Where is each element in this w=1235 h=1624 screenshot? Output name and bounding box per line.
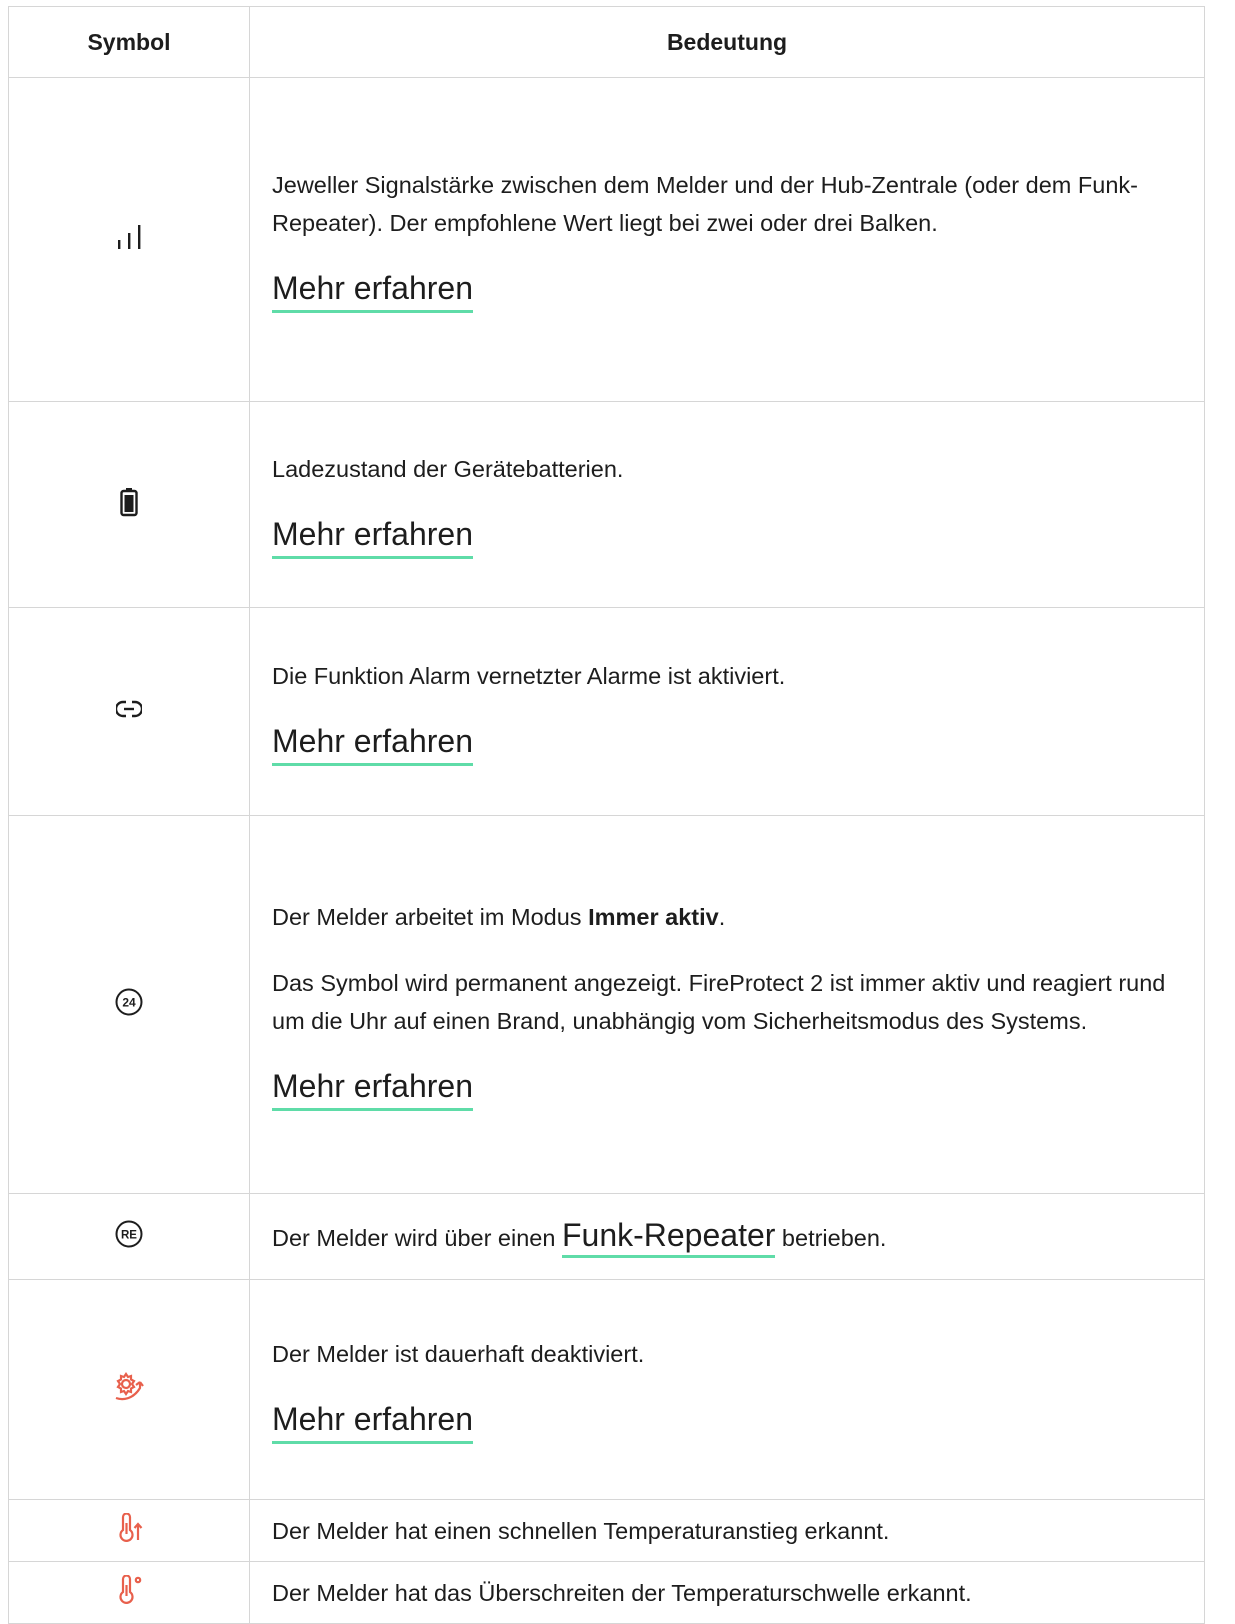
temperature-rise-icon [114,1512,144,1548]
battery-icon [119,487,139,522]
range-extender-link[interactable]: Funk-Repeater [561,1217,776,1258]
row-description: Die Funktion Alarm vernetzter Alarme ist… [272,663,786,689]
learn-more-link[interactable]: Mehr erfahren [272,1399,473,1444]
row-description: Der Melder wird über einen Funk-Repeater… [272,1216,1182,1258]
table-row: RE Der Melder wird über einen Funk-Repea… [8,1193,1205,1280]
row-description: Jeweller Signalstärke zwischen dem Melde… [272,172,1138,236]
learn-more-link[interactable]: Mehr erfahren [272,721,473,766]
table-row: Jeweller Signalstärke zwischen dem Melde… [8,77,1205,402]
table-row: Der Melder hat das Überschreiten der Tem… [8,1561,1205,1624]
table-row: Der Melder ist dauerhaft deaktiviert. Me… [8,1279,1205,1500]
symbol-table: Symbol Bedeutung Jeweller Signalstärke z… [8,6,1205,1624]
link-icon [114,699,144,724]
temperature-threshold-icon [114,1574,144,1610]
row-description: Ladezustand der Gerätebatterien. [272,456,624,482]
header-meaning: Bedeutung [249,6,1205,78]
always-active-24-icon: 24 [114,987,144,1022]
range-extender-re-icon: RE [114,1219,144,1254]
table-row: Ladezustand der Gerätebatterien. Mehr er… [8,401,1205,608]
row-description-extra: Das Symbol wird permanent angezeigt. Fir… [272,970,1166,1034]
table-row: Der Melder hat einen schnellen Temperatu… [8,1499,1205,1562]
table-row: Die Funktion Alarm vernetzter Alarme ist… [8,607,1205,816]
signal-strength-icon [114,223,144,256]
table-row: 24 Der Melder arbeitet im Modus Immer ak… [8,815,1205,1194]
mode-name: Immer aktiv [588,904,719,930]
permanently-deactivated-icon [112,1371,146,1408]
row-description: Der Melder hat das Überschreiten der Tem… [272,1579,972,1606]
header-symbol: Symbol [8,6,250,78]
learn-more-link[interactable]: Mehr erfahren [272,514,473,559]
svg-text:RE: RE [121,1230,137,1242]
learn-more-link[interactable]: Mehr erfahren [272,268,473,313]
row-description: Der Melder hat einen schnellen Temperatu… [272,1517,890,1544]
row-description: Der Melder ist dauerhaft deaktiviert. [272,1341,645,1367]
svg-text:24: 24 [122,996,136,1010]
row-description: Der Melder arbeitet im Modus Immer aktiv… [272,904,726,930]
learn-more-link[interactable]: Mehr erfahren [272,1066,473,1111]
table-header-row: Symbol Bedeutung [8,6,1205,78]
